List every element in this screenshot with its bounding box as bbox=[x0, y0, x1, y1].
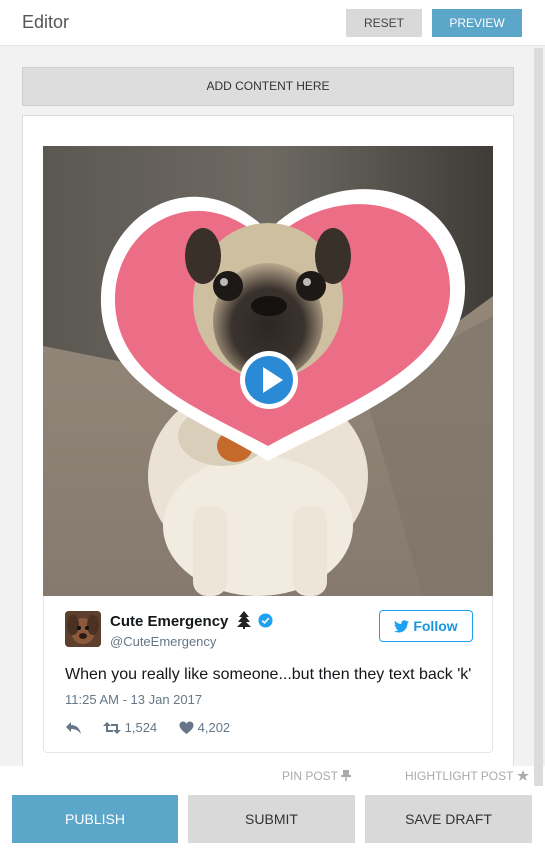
twitter-bird-icon bbox=[394, 620, 410, 633]
preview-button[interactable]: PREVIEW bbox=[432, 9, 522, 37]
pin-post-toggle[interactable]: PIN POST bbox=[282, 769, 352, 783]
scrollbar[interactable] bbox=[534, 48, 543, 786]
like-count: 4,202 bbox=[197, 720, 231, 735]
verified-icon bbox=[258, 613, 273, 628]
editor-footer: PUBLISH SUBMIT SAVE DRAFT bbox=[0, 786, 545, 851]
publish-button[interactable]: PUBLISH bbox=[12, 795, 178, 843]
page-title: Editor bbox=[22, 12, 70, 32]
tweet-author-handle[interactable]: @CuteEmergency bbox=[110, 634, 216, 649]
heart-icon bbox=[179, 721, 194, 734]
add-content-button[interactable]: ADD CONTENT HERE bbox=[22, 67, 514, 106]
highlight-post-toggle[interactable]: HIGHTLIGHT POST bbox=[405, 769, 529, 783]
submit-button[interactable]: SUBMIT bbox=[188, 795, 355, 843]
tweet-media-video[interactable] bbox=[43, 146, 493, 596]
play-icon[interactable] bbox=[239, 350, 299, 410]
follow-button[interactable]: Follow bbox=[379, 610, 473, 642]
retweet-count: 1,524 bbox=[124, 720, 158, 735]
editor-header: Editor RESET PREVIEW bbox=[0, 0, 545, 46]
tweet-author-name[interactable]: Cute Emergency bbox=[110, 613, 228, 630]
like-action[interactable]: 4,202 bbox=[179, 720, 230, 736]
follow-label: Follow bbox=[413, 618, 458, 634]
tweet-text: When you really like someone...but then … bbox=[65, 666, 472, 683]
pin-post-label: PIN POST bbox=[282, 769, 338, 783]
pin-icon bbox=[341, 770, 352, 781]
reply-action[interactable] bbox=[65, 720, 82, 736]
retweet-icon bbox=[103, 722, 121, 734]
embedded-tweet: Cute Emergency @CuteEmergency Follow Whe… bbox=[43, 596, 493, 753]
retweet-action[interactable]: 1,524 bbox=[103, 720, 157, 736]
tweet-timestamp[interactable]: 11:25 AM - 13 Jan 2017 bbox=[65, 692, 202, 707]
highlight-post-label: HIGHTLIGHT POST bbox=[405, 769, 514, 783]
post-options: PIN POST HIGHTLIGHT POST bbox=[0, 766, 545, 786]
avatar[interactable] bbox=[65, 611, 101, 647]
editor-workspace: ADD CONTENT HERE Cute Emergency @CuteEme… bbox=[0, 46, 545, 766]
embed-card: Cute Emergency @CuteEmergency Follow Whe… bbox=[22, 115, 514, 766]
tree-icon bbox=[237, 611, 251, 629]
star-icon bbox=[516, 770, 529, 781]
save-draft-button[interactable]: SAVE DRAFT bbox=[365, 795, 532, 843]
reset-button[interactable]: RESET bbox=[346, 9, 422, 37]
reply-icon bbox=[66, 722, 81, 734]
